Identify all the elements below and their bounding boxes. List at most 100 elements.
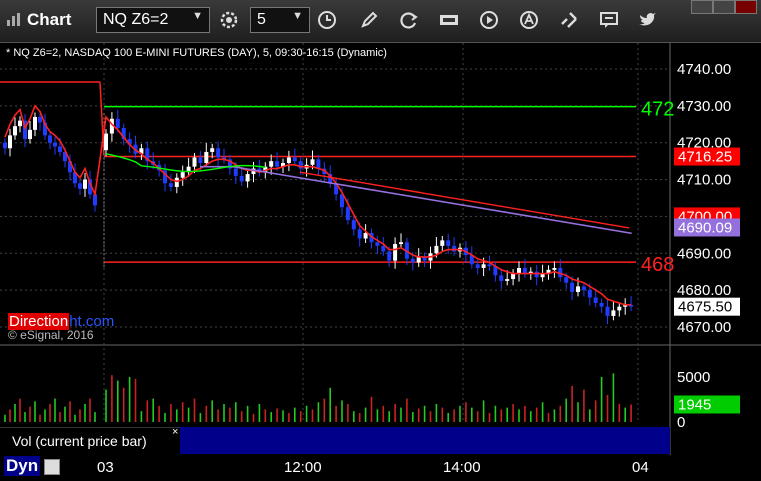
candle-body xyxy=(210,148,215,152)
candle-body xyxy=(78,183,82,189)
candle-body xyxy=(399,242,403,245)
price-tick-label: 4680.00 xyxy=(677,282,731,299)
candle-body xyxy=(440,240,445,246)
candle-body xyxy=(410,258,415,263)
volume-tick-label: 5000 xyxy=(677,369,710,386)
candle-body xyxy=(33,116,37,130)
candle-body xyxy=(345,207,350,221)
candle-body xyxy=(269,161,274,167)
minimize-button[interactable] xyxy=(691,0,713,14)
candle-body xyxy=(581,286,586,291)
candle-body xyxy=(375,242,380,246)
volume-close-icon[interactable]: × xyxy=(172,426,178,438)
candle-body xyxy=(275,161,280,167)
price-tick-label: 4730.00 xyxy=(677,98,731,115)
candle-body xyxy=(381,245,386,252)
chart-app-icon xyxy=(7,13,20,26)
time-tick-label: 03 xyxy=(97,459,114,476)
chevron-down-icon[interactable]: ▼ xyxy=(292,10,303,22)
price-tag-label: 1945 xyxy=(678,396,711,413)
time-tick-label: 12:00 xyxy=(284,459,322,476)
refresh-icon[interactable] xyxy=(398,9,420,31)
alert-icon[interactable] xyxy=(518,9,540,31)
maximize-button[interactable] xyxy=(713,0,735,14)
esignal-copyright: © eSignal, 2016 xyxy=(8,328,94,342)
candle-body xyxy=(593,297,598,303)
play-icon[interactable] xyxy=(478,9,500,31)
candle-body xyxy=(83,179,87,189)
candle-body xyxy=(517,268,521,274)
candle-body xyxy=(198,157,203,163)
candle-body xyxy=(576,286,580,292)
candle-body xyxy=(487,264,492,267)
candle-body xyxy=(48,135,52,143)
time-tick-label: 14:00 xyxy=(443,459,481,476)
level-label: 472 xyxy=(641,99,674,121)
price-tag-label: 4716.25 xyxy=(678,149,732,166)
candle-body xyxy=(316,159,321,169)
candle-body xyxy=(351,220,356,230)
dynamic-label[interactable]: Dyn xyxy=(4,456,41,476)
chart-header: * NQ Z6=2, NASDAQ 100 E-MINI FUTURES (DA… xyxy=(6,47,387,59)
candle-body xyxy=(387,251,392,261)
candle-body xyxy=(393,244,398,261)
level-label: 468 xyxy=(641,254,674,276)
candle-body xyxy=(611,310,616,316)
candle-body xyxy=(245,174,250,182)
interval-clock-icon[interactable] xyxy=(316,9,338,31)
candle-body xyxy=(587,290,592,298)
app-title: Chart xyxy=(27,10,72,29)
symbol-value: NQ Z6=2 xyxy=(103,11,169,28)
candle-body xyxy=(115,118,120,128)
twitter-bird-icon[interactable] xyxy=(636,9,658,31)
candle-body xyxy=(286,157,291,163)
candle-body xyxy=(53,142,57,147)
candle-body xyxy=(38,116,42,123)
candle-body xyxy=(58,146,62,152)
candle-body xyxy=(599,303,604,307)
close-button[interactable] xyxy=(735,0,757,14)
candle-body xyxy=(192,157,197,167)
candle-body xyxy=(564,277,569,283)
candle-body xyxy=(534,271,539,278)
candle-body xyxy=(481,264,486,268)
candle-body xyxy=(446,240,451,246)
price-tick-label: 4690.00 xyxy=(677,245,731,262)
symbol-input[interactable]: NQ Z6=2 ▼ xyxy=(96,7,210,33)
candle-body xyxy=(8,135,12,149)
candle-body xyxy=(605,306,610,316)
candle-body xyxy=(452,245,457,252)
candle-body xyxy=(216,148,221,158)
candle-body xyxy=(18,120,22,127)
symbol-settings-icon[interactable] xyxy=(218,9,240,31)
candle-body xyxy=(28,129,32,140)
price-tag-label: 4690.09 xyxy=(678,219,732,236)
volume-study-label[interactable]: Vol (current price bar) xyxy=(0,427,180,454)
candle-body xyxy=(416,256,421,263)
get-data-icon[interactable] xyxy=(438,9,460,31)
candle-body xyxy=(310,159,315,165)
candle-body xyxy=(180,172,185,178)
chevron-down-icon[interactable]: ▼ xyxy=(192,10,203,22)
candle-body xyxy=(357,229,362,239)
candle-body xyxy=(13,126,17,136)
candle-body xyxy=(233,168,238,176)
candle-body xyxy=(617,306,622,311)
price-tick-label: 4670.00 xyxy=(677,319,731,336)
candle-body xyxy=(505,279,510,281)
candle-body xyxy=(3,142,7,149)
pencil-icon[interactable] xyxy=(358,9,380,31)
candle-body xyxy=(292,157,297,162)
candle-body xyxy=(104,133,108,151)
candle-body xyxy=(239,175,244,182)
price-tag-label: 4675.50 xyxy=(678,299,732,316)
link-icon[interactable] xyxy=(558,9,580,31)
interval-input[interactable]: 5 ▼ xyxy=(250,7,310,33)
candle-body xyxy=(204,151,209,163)
page-icon[interactable] xyxy=(44,459,60,475)
price-tick-label: 4710.00 xyxy=(677,172,731,189)
candle-body xyxy=(168,183,173,187)
price-chart[interactable]: 4740.004730.004720.004710.004700.004690.… xyxy=(0,43,761,455)
chat-icon[interactable] xyxy=(598,9,620,31)
volume-tick-label: 0 xyxy=(677,414,685,431)
